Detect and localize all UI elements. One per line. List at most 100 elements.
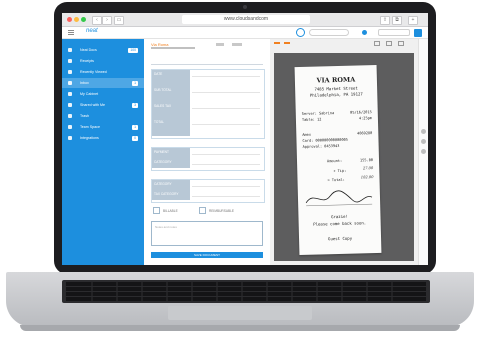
sidebar-item-icon: [68, 48, 72, 52]
sidebar-item[interactable]: Recently Viewed: [62, 67, 144, 77]
receipt-card: Card: 000000000000005: [302, 137, 348, 143]
field-input[interactable]: [192, 124, 260, 125]
receipt-merchant: VIA ROMA: [316, 75, 356, 85]
receipt-signature: [305, 190, 373, 207]
zoom-in-icon[interactable]: [421, 129, 426, 134]
field-input[interactable]: [192, 164, 260, 165]
notes-textarea[interactable]: Notes and notes: [151, 221, 263, 246]
app-logo: neat: [86, 28, 98, 34]
field-input[interactable]: [192, 76, 260, 77]
fit-icon[interactable]: [421, 149, 426, 154]
receipt-address2: Philadelphia, PA 19127: [309, 91, 363, 98]
notes-placeholder: Notes and notes: [155, 225, 177, 229]
new-tab-icon[interactable]: +: [408, 16, 418, 25]
download-icon[interactable]: [398, 41, 404, 46]
sidebar-item-label: Team Space: [80, 125, 100, 129]
field-label: DATE: [154, 72, 163, 76]
field-input[interactable]: [192, 186, 260, 187]
amount-labels-column: [152, 70, 190, 136]
right-toolstrip: [418, 39, 428, 265]
zoom-out-icon[interactable]: [421, 139, 426, 144]
back-icon[interactable]: ‹: [92, 16, 102, 25]
url-bar[interactable]: www.cloudsandcom: [182, 15, 310, 24]
sidebar-item[interactable]: Neat Docs 100: [62, 45, 144, 55]
type-select[interactable]: [151, 57, 263, 65]
edit-link[interactable]: [216, 43, 224, 46]
rotate-icon[interactable]: [374, 41, 380, 46]
keyboard-keys: [66, 281, 426, 302]
forward-icon[interactable]: ›: [102, 16, 112, 25]
sidebar-item[interactable]: Receipts: [62, 56, 144, 66]
sidebar-item[interactable]: Inbox 1: [62, 78, 144, 88]
tabs-icon[interactable]: ⧉: [392, 16, 402, 25]
receipt-ref: 4869280: [357, 131, 373, 136]
keyboard: [62, 280, 430, 303]
close-dot-icon[interactable]: [67, 17, 72, 22]
menu-icon[interactable]: [68, 30, 74, 31]
receipt-thanks: Grazie!: [330, 213, 348, 220]
maximize-dot-icon[interactable]: [81, 17, 86, 22]
sidebar-item[interactable]: My Cabinet: [62, 89, 144, 99]
sidebar-item-icon: [68, 70, 72, 74]
save-button-label: SAVE DOCUMENT: [194, 253, 220, 257]
receipt-server: Server: Sabrina: [301, 111, 335, 116]
reimbursable-checkbox[interactable]: [199, 207, 206, 214]
sidebar-item-label: Neat Docs: [80, 48, 97, 52]
sidebar-item[interactable]: Integrations 0: [62, 133, 144, 143]
field-input[interactable]: [192, 154, 260, 155]
sidebar-item-label: My Cabinet: [80, 92, 99, 96]
sidebar-item-badge: 1: [132, 80, 138, 86]
sidebar-item-icon: [68, 59, 72, 63]
sidebar-item-icon: [68, 114, 72, 118]
sidebar-item-badge: 1: [132, 124, 138, 130]
sidebar-item[interactable]: Team Space 1: [62, 122, 144, 132]
receipt-card-type: Amex: [302, 132, 312, 137]
receipt-thanks2: Please come back soon.: [313, 220, 367, 227]
camera-dot: [243, 5, 247, 9]
browser-chrome: ‹ › ▭ www.cloudsandcom ⇧ ⧉ +: [62, 13, 428, 27]
help-icon[interactable]: [414, 29, 422, 37]
search-input[interactable]: [309, 29, 349, 36]
crop-icon[interactable]: [386, 41, 392, 46]
view-toggle-back[interactable]: [284, 42, 290, 44]
sidebar-item-badge: 100: [128, 47, 138, 53]
receipt-approval: Approval: 0453943: [302, 143, 340, 149]
field-label: SALES TAX: [154, 104, 172, 108]
billable-label: BILLABLE: [163, 209, 178, 213]
field-label: PAYMENT: [154, 150, 169, 154]
sidebar-item[interactable]: Shared with Me 3: [62, 100, 144, 110]
add-icon[interactable]: [296, 28, 305, 37]
receipt-table: Table: 12: [301, 117, 322, 122]
sidebar: Neat Docs 100 Receipts Recently Viewed Inbox…: [62, 39, 144, 265]
field-label: TAX CATEGORY: [154, 192, 179, 196]
minimize-dot-icon[interactable]: [74, 17, 79, 22]
reimbursable-label: REIMBURSABLE: [209, 209, 234, 213]
sidebar-item-label: Shared with Me: [80, 103, 105, 107]
field-input[interactable]: [192, 108, 260, 109]
field-label: TOTAL: [154, 120, 164, 124]
receipt-tip-label: + Tip:: [333, 168, 347, 174]
view-toggle-front[interactable]: [274, 42, 280, 44]
field-input[interactable]: [192, 196, 260, 197]
more-link[interactable]: [232, 43, 242, 46]
document-form: Via Roma BILLABLE REIMBURSABLE Notes and…: [144, 39, 270, 265]
sidebar-item[interactable]: Trash: [62, 111, 144, 121]
sidebar-toggle-icon[interactable]: ▭: [114, 16, 124, 25]
sidebar-item-icon: [68, 92, 72, 96]
field-label: SUB TOTAL: [154, 88, 172, 92]
receipt-amount-value: 155.00: [359, 158, 374, 163]
user-avatar[interactable]: [362, 30, 367, 35]
sidebar-item-label: Receipts: [80, 59, 94, 63]
receipt-amount-label: Amount:: [326, 158, 343, 164]
trackpad: [168, 306, 312, 320]
receipt-footer: Guest Copy: [327, 235, 353, 242]
save-button[interactable]: SAVE DOCUMENT: [151, 252, 263, 258]
billable-checkbox[interactable]: [153, 207, 160, 214]
sidebar-item-icon: [68, 125, 72, 129]
account-dropdown[interactable]: [378, 29, 410, 36]
sidebar-item-label: Recently Viewed: [80, 70, 107, 74]
field-input[interactable]: [192, 92, 260, 93]
share-icon[interactable]: ⇧: [380, 16, 390, 25]
receipt-image: VIA ROMA 7485 Market Street Philadelphia…: [294, 64, 382, 256]
laptop-foot: [20, 325, 460, 331]
